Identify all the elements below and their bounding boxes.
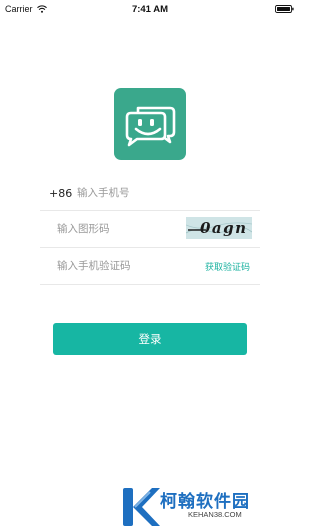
phone-input[interactable] (77, 187, 227, 199)
app-logo (114, 88, 186, 160)
watermark-logo-icon (123, 488, 160, 526)
chat-smile-icon (125, 106, 176, 147)
captcha-text: 0agn (200, 219, 248, 237)
status-bar: Carrier 7:41 AM (0, 0, 300, 20)
watermark-url: KEHAN38.COM (188, 510, 242, 519)
sms-row: 获取验证码 (40, 248, 260, 285)
login-button[interactable]: 登录 (53, 323, 247, 355)
captcha-input[interactable] (57, 223, 177, 235)
get-code-button[interactable]: 获取验证码 (205, 260, 250, 273)
captcha-image[interactable]: 0agn (186, 217, 252, 239)
phone-row: +86 (40, 176, 260, 211)
status-time: 7:41 AM (131, 4, 169, 15)
country-code[interactable]: +86 (49, 187, 77, 200)
watermark: 柯翰软件园 KEHAN38.COM (120, 484, 300, 532)
watermark-title: 柯翰软件园 (160, 492, 250, 512)
battery-icon (275, 5, 294, 13)
sms-code-input[interactable] (57, 260, 197, 272)
login-form: +86 0agn 获取验证码 (40, 176, 260, 285)
captcha-row: 0agn (40, 211, 260, 248)
